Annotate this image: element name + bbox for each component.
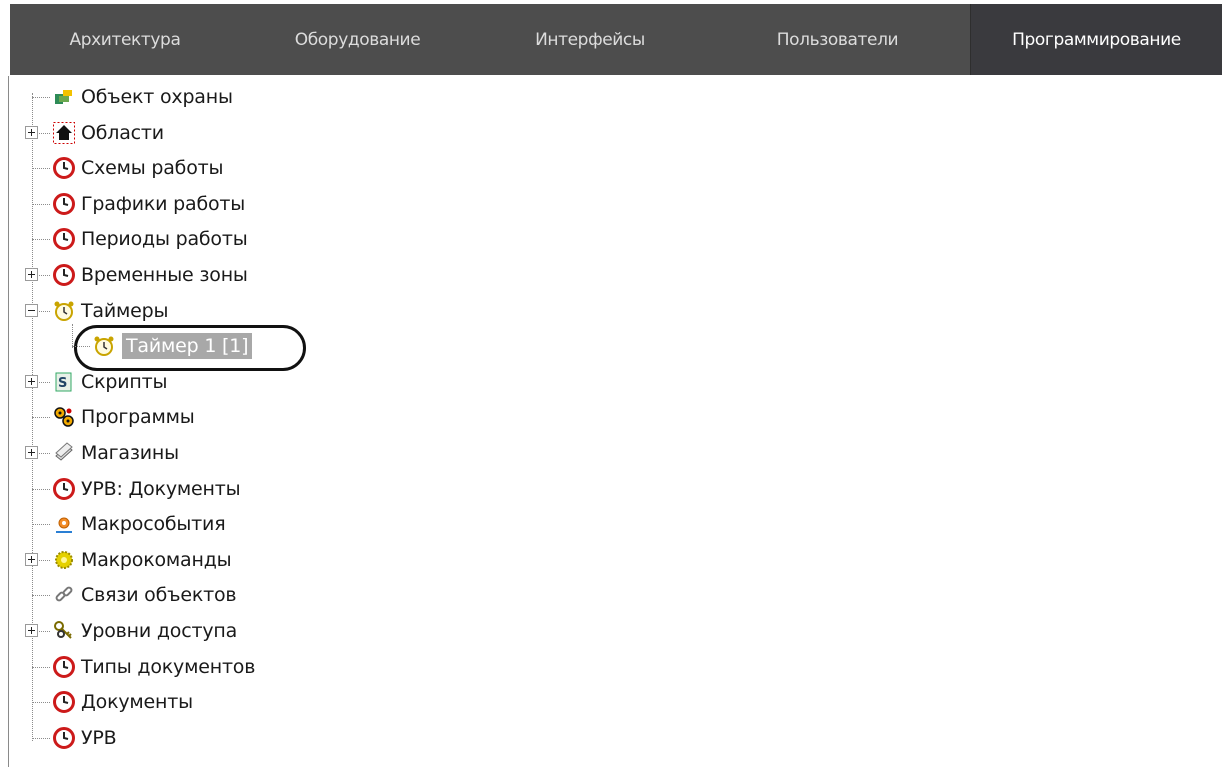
tree-item-label[interactable]: Программы: [81, 404, 195, 430]
tree-item[interactable]: Объект охраны: [0, 80, 600, 114]
svg-text:S: S: [58, 376, 67, 391]
tree-item-label[interactable]: Временные зоны: [81, 262, 248, 288]
clock-icon: [53, 228, 75, 251]
tree-connector: [32, 203, 50, 205]
macro-event-icon: [53, 513, 75, 535]
tree-item-label[interactable]: Таймер 1 [1]: [122, 333, 253, 360]
tree-item-label[interactable]: Скрипты: [81, 369, 167, 395]
tree-item[interactable]: Графики работы: [0, 187, 600, 221]
clock-icon: [53, 691, 75, 714]
tree-item[interactable]: Таймеры: [0, 294, 600, 328]
expand-icon[interactable]: [25, 125, 38, 139]
tree-item-label[interactable]: Магазины: [81, 440, 179, 466]
expand-icon[interactable]: [25, 624, 38, 637]
expand-icon[interactable]: [25, 268, 38, 281]
clock-icon: [53, 477, 75, 500]
tree-item-label[interactable]: Области: [81, 120, 164, 146]
tree-item-label[interactable]: Таймеры: [81, 298, 168, 324]
tab-programming[interactable]: Программирование: [970, 4, 1222, 75]
tree-connector: [32, 488, 50, 490]
tree-item-label[interactable]: Связи объектов: [81, 582, 237, 608]
tree-item-label[interactable]: Уровни доступа: [81, 618, 237, 644]
tree-item-label[interactable]: Схемы работы: [81, 155, 223, 181]
tree-item[interactable]: Типы документов: [0, 650, 600, 684]
gears-icon: [53, 406, 75, 428]
tree-item-label[interactable]: Графики работы: [81, 191, 245, 217]
alarm-clock-icon: [93, 335, 115, 357]
clock-icon: [53, 726, 75, 749]
script-icon: S: [53, 371, 75, 393]
tab-interfaces[interactable]: Интерфейсы: [475, 4, 705, 75]
tree-connector: [32, 666, 50, 668]
tree-item[interactable]: УРВ: Документы: [0, 472, 600, 506]
tree-connector: [32, 595, 50, 597]
expand-icon[interactable]: [25, 552, 38, 566]
tree-item[interactable]: Схемы работы: [0, 151, 600, 185]
security-object-icon: [53, 86, 75, 108]
clock-icon: [53, 192, 75, 215]
alarm-clock-icon: [53, 300, 75, 322]
tree-item[interactable]: УРВ: [0, 721, 600, 755]
tree-item-label[interactable]: УРВ: Документы: [81, 476, 241, 502]
tree-connector: [32, 168, 50, 170]
tree-item-label[interactable]: Макрокоманды: [81, 547, 232, 573]
tree-item[interactable]: Программы: [0, 400, 600, 434]
tree-connector: [32, 737, 50, 739]
tree-item[interactable]: Области: [0, 116, 600, 150]
link-icon: [53, 584, 75, 606]
keys-icon: [53, 620, 75, 642]
clock-icon: [53, 264, 75, 286]
tree-item[interactable]: Уровни доступа: [0, 614, 600, 648]
stack-icon: [53, 442, 75, 464]
tree-item-label[interactable]: Макрособытия: [81, 511, 226, 537]
clock-icon: [53, 157, 75, 180]
tree-item-label[interactable]: Документы: [81, 689, 193, 715]
macro-command-icon: [53, 549, 75, 571]
tree-connector: [32, 97, 50, 98]
tree-item[interactable]: Периоды работы: [0, 222, 600, 256]
clock-icon: [53, 655, 75, 678]
collapse-icon[interactable]: [25, 303, 38, 317]
tree-connector: [32, 524, 50, 526]
tab-architecture[interactable]: Архитектура: [10, 4, 240, 75]
expand-icon[interactable]: [25, 446, 38, 459]
expand-icon[interactable]: [25, 374, 38, 388]
tree-connector: [32, 239, 50, 241]
tab-users[interactable]: Пользователи: [705, 4, 970, 75]
tree-connector: [32, 702, 50, 704]
tree-item[interactable]: Документы: [0, 685, 600, 719]
tab-equipment[interactable]: Оборудование: [240, 4, 475, 75]
tree-item-label[interactable]: Типы документов: [81, 654, 255, 680]
tree-item-label[interactable]: Объект охраны: [81, 84, 233, 110]
tree-connector: [32, 417, 50, 419]
top-tab-bar: Архитектура Оборудование Интерфейсы Поль…: [0, 0, 1227, 76]
home-icon: [53, 121, 75, 144]
tree-item[interactable]: Магазины: [0, 436, 600, 470]
tree-item[interactable]: Связи объектов: [0, 578, 600, 612]
tree-connector: [72, 346, 90, 348]
object-tree: Объект охраны Области Схемы работы Графики …: [0, 76, 1227, 767]
tree-item[interactable]: Таймер 1 [1]: [0, 329, 600, 363]
tree-item[interactable]: Временные зоны: [0, 258, 600, 292]
tree-item[interactable]: Макрокоманды: [0, 543, 600, 577]
tree-item[interactable]: Макрособытия: [0, 507, 600, 541]
tree-item[interactable]: S Скрипты: [0, 365, 600, 399]
tree-item-label[interactable]: Периоды работы: [81, 226, 248, 252]
tree-item-label[interactable]: УРВ: [81, 725, 117, 751]
